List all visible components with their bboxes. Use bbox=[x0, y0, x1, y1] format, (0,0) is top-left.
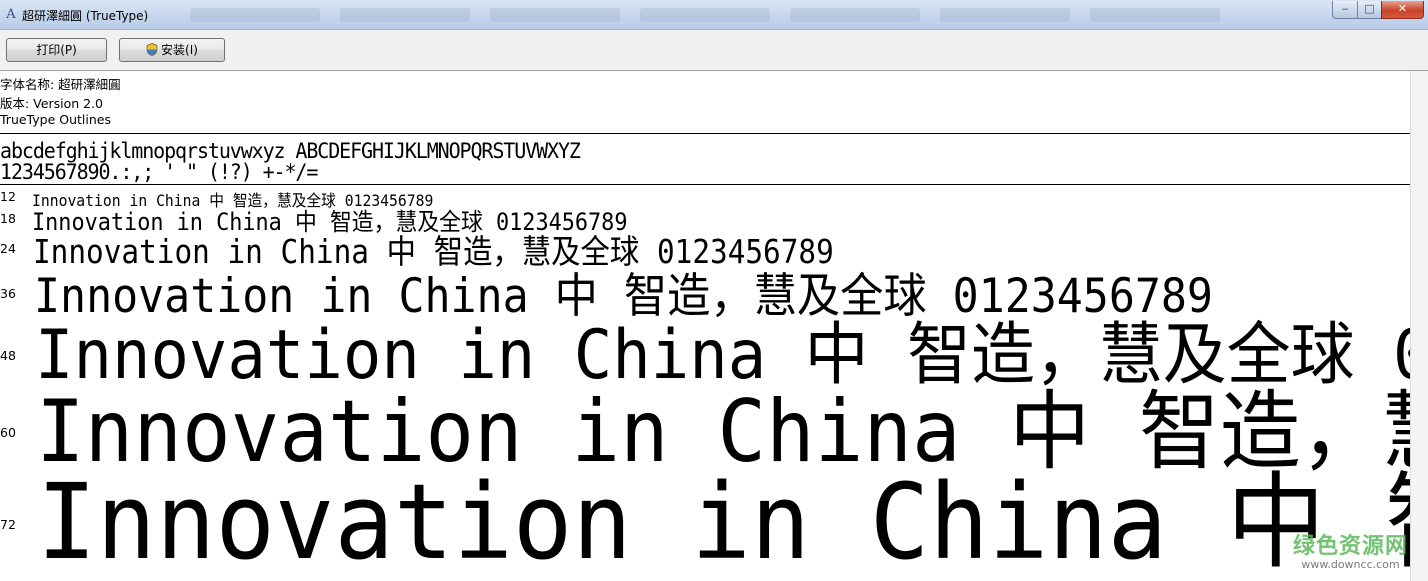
taskbar-reflection bbox=[190, 8, 1310, 24]
close-button[interactable]: ✕ bbox=[1381, 1, 1424, 19]
charset-digits-symbols: 1234567890.:,; ' " (!?) +-*/= bbox=[0, 159, 318, 185]
install-button-label: 安装(I) bbox=[161, 43, 198, 57]
size-label: 24 bbox=[0, 241, 16, 256]
size-label: 60 bbox=[0, 425, 16, 440]
maximize-button[interactable]: □ bbox=[1357, 1, 1382, 19]
size-label: 36 bbox=[0, 286, 16, 301]
minimize-button[interactable]: ‒ bbox=[1332, 1, 1358, 19]
site-watermark: 绿色资源网 www.downcc.com bbox=[1293, 528, 1408, 571]
install-button[interactable]: 安装(I) bbox=[119, 38, 225, 62]
font-outlines-line: TrueType Outlines bbox=[0, 112, 111, 127]
separator-line bbox=[0, 184, 1410, 185]
font-viewer-app-icon: A bbox=[6, 7, 16, 22]
font-version-line: 版本: Version 2.0 bbox=[0, 96, 104, 111]
size-label: 48 bbox=[0, 348, 16, 363]
font-preview-area: 字体名称: 超研澤細圓 版本: Version 2.0 TrueType Out… bbox=[0, 71, 1410, 581]
size-label: 18 bbox=[0, 211, 16, 226]
separator-line bbox=[0, 133, 1410, 134]
print-button[interactable]: 打印(P) bbox=[6, 38, 107, 62]
size-label: 72 bbox=[0, 517, 16, 532]
uac-shield-icon bbox=[146, 43, 158, 56]
vertical-scrollbar[interactable] bbox=[1410, 71, 1428, 581]
sample-text: Innovation in China 中 智造，慧及全球 0123456789 bbox=[37, 461, 1410, 581]
title-bar: A 超研澤細圓 (TrueType) ‒ □ ✕ bbox=[0, 0, 1428, 30]
watermark-logo: 绿色资源网 bbox=[1292, 534, 1408, 559]
font-name-line: 字体名称: 超研澤細圓 bbox=[0, 77, 121, 92]
window-title: 超研澤細圓 (TrueType) bbox=[22, 9, 149, 23]
toolbar: 打印(P) 安装(I) bbox=[0, 30, 1428, 71]
size-label: 12 bbox=[0, 189, 16, 204]
